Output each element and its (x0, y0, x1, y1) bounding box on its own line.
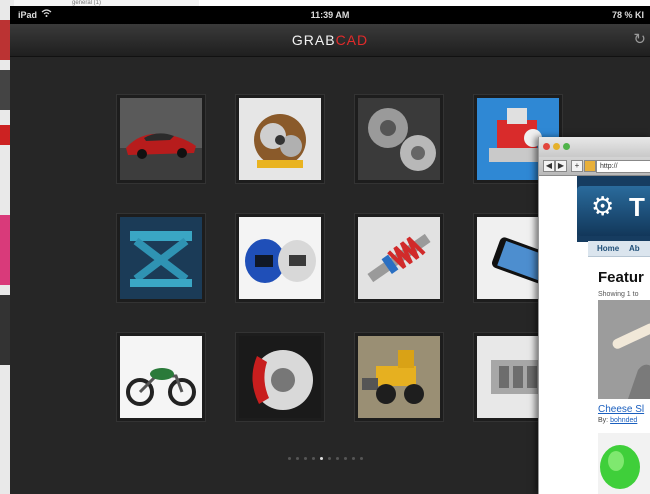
url-field[interactable]: http:// (596, 160, 650, 173)
tile-scissor-lift[interactable] (117, 214, 205, 302)
item-thumbnail[interactable] (598, 433, 650, 494)
status-bar: iPad 11:39 AM 78 % KI (10, 6, 650, 24)
forward-button[interactable]: ▶ (555, 160, 567, 172)
app-navbar: GRABCAD ↻ (10, 24, 650, 57)
back-button[interactable]: ◀ (543, 160, 555, 172)
item-title-link[interactable]: Cheese Sl (598, 404, 644, 415)
tile-gearbox[interactable] (236, 95, 324, 183)
author-link[interactable]: bohnded (610, 417, 637, 424)
battery-indicator: 78 % KI (611, 10, 644, 20)
logo-cad: CAD (335, 32, 369, 48)
tile-bevel-gears[interactable] (355, 95, 443, 183)
close-icon[interactable] (543, 143, 550, 150)
gear-icon: ⚙ (591, 191, 615, 221)
byline: By: bohnded (598, 417, 637, 424)
app-logo: GRABCAD (10, 32, 650, 48)
by-label: By: (598, 417, 609, 424)
page-dot[interactable] (360, 457, 363, 460)
tile-helmets[interactable] (236, 214, 324, 302)
browser-window: ◀ ▶ + http:// ⚙ T Home Ab Featur Showing… (538, 137, 650, 494)
minimize-icon[interactable] (553, 143, 560, 150)
browser-toolbar: ◀ ▶ + http:// (539, 157, 650, 176)
tile-motorcycle[interactable] (117, 333, 205, 421)
featured-image[interactable] (598, 300, 650, 399)
page-dot[interactable] (352, 457, 355, 460)
page-dot[interactable] (296, 457, 299, 460)
nav-home-link[interactable]: Home (597, 244, 619, 253)
add-bookmark-button[interactable]: + (571, 160, 583, 172)
tile-shock-absorber[interactable] (355, 214, 443, 302)
zoom-icon[interactable] (563, 143, 570, 150)
site-header: ⚙ T (577, 176, 650, 242)
tile-wheel-loader[interactable] (355, 333, 443, 421)
browser-titlebar (539, 137, 650, 157)
refresh-icon[interactable]: ↻ (633, 30, 646, 48)
site-title: T (629, 192, 645, 222)
page-dot[interactable] (312, 457, 315, 460)
logo-grab: GRAB (291, 32, 336, 48)
site-nav: Home Ab (588, 241, 650, 257)
page-dot[interactable] (328, 457, 331, 460)
browser-content: ⚙ T Home Ab Featur Showing 1 to Cheese S… (539, 176, 650, 494)
page-dot[interactable] (336, 457, 339, 460)
nav-about-link[interactable]: Ab (629, 244, 640, 253)
page-dot[interactable] (320, 457, 323, 460)
site-favicon (584, 160, 596, 172)
results-count: Showing 1 to (598, 291, 639, 298)
featured-heading: Featur (598, 269, 644, 286)
page-dot[interactable] (304, 457, 307, 460)
tile-brake-disc[interactable] (236, 333, 324, 421)
clock: 11:39 AM (310, 10, 350, 20)
tile-red-sports-car[interactable] (117, 95, 205, 183)
page-dot[interactable] (344, 457, 347, 460)
page-dot[interactable] (288, 457, 291, 460)
